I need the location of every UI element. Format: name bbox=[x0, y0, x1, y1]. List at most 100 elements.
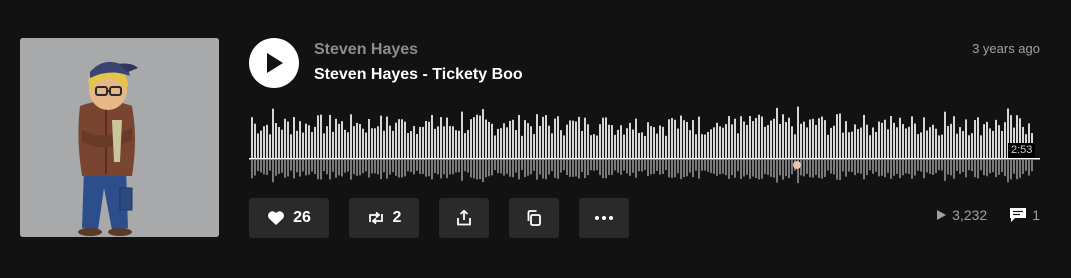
waveform-reflection bbox=[974, 160, 976, 178]
waveform-reflection bbox=[878, 160, 880, 177]
waveform-bar bbox=[626, 128, 628, 158]
waveform-reflection bbox=[671, 160, 673, 178]
waveform-reflection bbox=[908, 160, 910, 175]
waveform-reflection bbox=[659, 160, 661, 175]
waveform-reflection bbox=[722, 160, 724, 174]
waveform-bar bbox=[941, 134, 943, 158]
waveform-bar bbox=[974, 119, 976, 158]
waveform-reflection bbox=[725, 160, 727, 176]
waveform-reflection bbox=[731, 160, 733, 176]
waveform-reflection bbox=[719, 160, 721, 175]
waveform-bar bbox=[887, 129, 889, 158]
waveform-bar bbox=[821, 116, 823, 158]
waveform-reflection bbox=[251, 160, 253, 179]
waveform-reflection bbox=[980, 160, 982, 171]
waveform-bar bbox=[722, 127, 724, 158]
waveform-bar bbox=[986, 121, 988, 158]
waveform-bar bbox=[710, 129, 712, 158]
waveform-reflection bbox=[344, 160, 346, 173]
waveform-reflection bbox=[983, 160, 985, 176]
waveform-bar bbox=[347, 132, 349, 158]
waveform-reflection bbox=[944, 160, 946, 181]
waveform-reflection bbox=[299, 160, 301, 177]
waveform-bar bbox=[686, 121, 688, 158]
waveform-reflection bbox=[599, 160, 601, 176]
waveform-reflection bbox=[458, 160, 460, 173]
waveform-reflection bbox=[614, 160, 616, 171]
waveform-reflection bbox=[896, 160, 898, 174]
waveform-bar bbox=[338, 123, 340, 158]
waveform-reflection bbox=[863, 160, 865, 180]
waveform-reflection bbox=[392, 160, 394, 173]
waveform-bar bbox=[392, 130, 394, 158]
waveform-reflection bbox=[686, 160, 688, 177]
waveform-bar bbox=[878, 121, 880, 158]
waveform-reflection bbox=[515, 160, 517, 173]
copy-link-button[interactable] bbox=[509, 198, 559, 238]
waveform-reflection bbox=[1004, 160, 1006, 177]
waveform-bar bbox=[449, 126, 451, 158]
comment-count-stat[interactable]: 1 bbox=[1009, 207, 1040, 223]
waveform-reflection bbox=[485, 160, 487, 178]
waveform-bar bbox=[518, 114, 520, 158]
waveform-bar bbox=[989, 128, 991, 158]
play-button[interactable] bbox=[249, 38, 299, 88]
waveform-bar bbox=[758, 114, 760, 158]
waveform-bar bbox=[779, 124, 781, 158]
waveform-bar bbox=[839, 113, 841, 158]
waveform-reflection bbox=[668, 160, 670, 178]
waveform-bar bbox=[410, 131, 412, 158]
waveform-bar bbox=[308, 125, 310, 158]
waveform[interactable] bbox=[249, 105, 1040, 185]
waveform-bar bbox=[365, 132, 367, 158]
waveform-bar bbox=[719, 126, 721, 158]
waveform-bar bbox=[539, 125, 541, 158]
more-button[interactable] bbox=[579, 198, 629, 238]
waveform-bar bbox=[983, 124, 985, 158]
waveform-bar bbox=[611, 125, 613, 158]
waveform-reflection bbox=[419, 160, 421, 174]
like-button[interactable]: 26 bbox=[249, 198, 329, 238]
comment-marker[interactable] bbox=[793, 161, 801, 169]
more-icon bbox=[595, 216, 613, 220]
waveform-reflection bbox=[914, 160, 916, 176]
waveform-reflection bbox=[476, 160, 478, 180]
artist-name[interactable]: Steven Hayes bbox=[314, 41, 418, 59]
track-title[interactable]: Steven Hayes - Tickety Boo bbox=[314, 66, 523, 84]
waveform-reflection bbox=[320, 160, 322, 180]
waveform-bar bbox=[785, 122, 787, 158]
waveform-reflection bbox=[641, 160, 643, 172]
waveform-bar bbox=[488, 121, 490, 158]
waveform-reflection bbox=[587, 160, 589, 176]
waveform-reflection bbox=[623, 160, 625, 171]
repost-icon bbox=[368, 211, 383, 225]
waveform-bar bbox=[632, 129, 634, 158]
waveform-reflection bbox=[740, 160, 742, 179]
waveform-reflection bbox=[689, 160, 691, 173]
waveform-reflection bbox=[539, 160, 541, 175]
waveform-reflection bbox=[884, 160, 886, 178]
waveform-reflection bbox=[584, 160, 586, 179]
waveform-bar bbox=[854, 124, 856, 158]
waveform-reflection bbox=[413, 160, 415, 175]
waveform-reflection bbox=[278, 160, 280, 174]
waveform-bar bbox=[1001, 130, 1003, 158]
waveform-bar bbox=[665, 135, 667, 158]
repost-button[interactable]: 2 bbox=[349, 198, 419, 238]
track-artwork[interactable] bbox=[20, 38, 219, 237]
waveform-reflection bbox=[638, 160, 640, 172]
waveform-reflection bbox=[692, 160, 694, 178]
waveform-reflection bbox=[455, 160, 457, 173]
share-button[interactable] bbox=[439, 198, 489, 238]
waveform-bar bbox=[893, 122, 895, 158]
waveform-reflection bbox=[716, 160, 718, 176]
waveform-bar bbox=[917, 134, 919, 158]
waveform-reflection bbox=[956, 160, 958, 171]
waveform-reflection bbox=[626, 160, 628, 174]
waveform-reflection bbox=[620, 160, 622, 175]
waveform-bar bbox=[464, 133, 466, 158]
waveform-reflection bbox=[401, 160, 403, 178]
waveform-bar bbox=[299, 121, 301, 158]
waveform-bar bbox=[914, 123, 916, 158]
waveform-reflection bbox=[572, 160, 574, 177]
